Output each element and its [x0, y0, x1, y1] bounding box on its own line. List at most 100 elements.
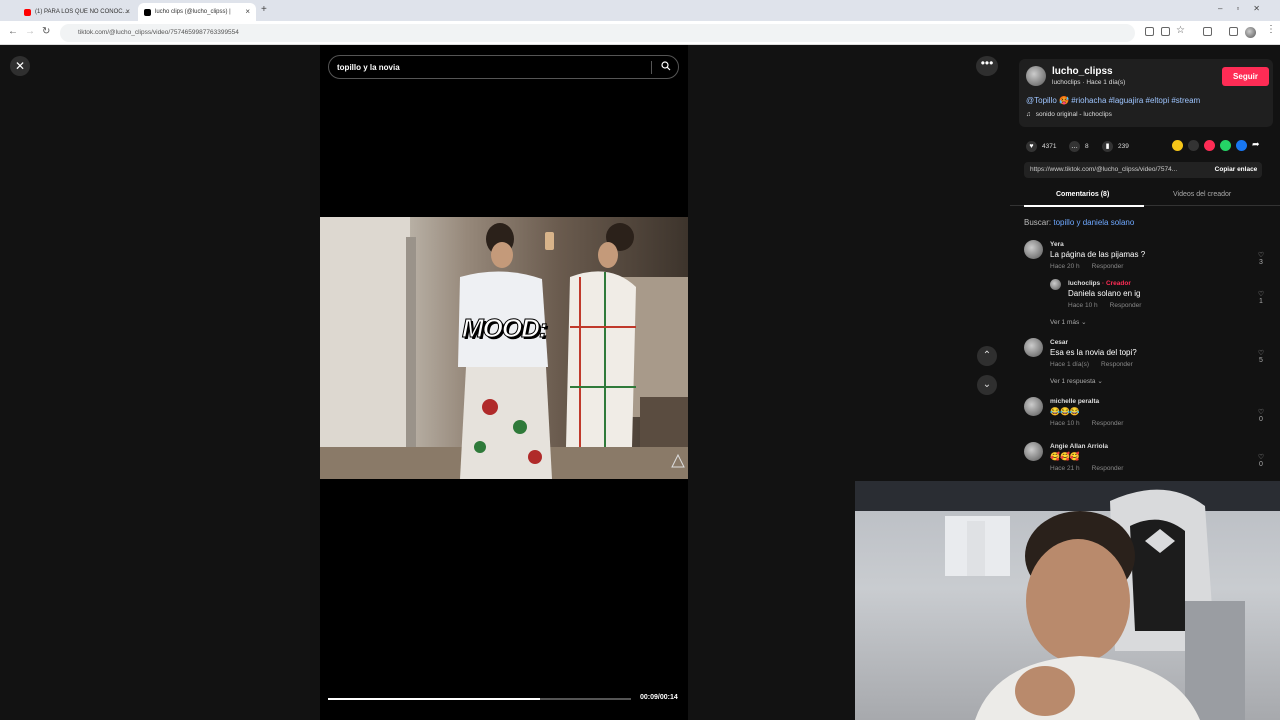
heart-outline-icon: ♡ — [1257, 350, 1265, 357]
translate-icon[interactable] — [1161, 27, 1170, 36]
view-replies[interactable]: Ver 1 respuesta ⌄ — [1050, 377, 1103, 385]
search-query[interactable]: topillo y daniela solano — [1053, 218, 1134, 227]
like-number: 5 — [1259, 357, 1263, 364]
comment-item: Angie Allan Arriola 🥰🥰🥰 Hace 21 h Respond… — [1050, 443, 1135, 472]
comment-likes[interactable]: ♡ 5 — [1255, 349, 1267, 364]
comment-stat[interactable]: … 8 — [1069, 141, 1089, 152]
tiktok-icon — [144, 8, 151, 16]
follow-button[interactable]: Seguir — [1222, 67, 1269, 86]
comment-text: 😂😂😂 — [1050, 407, 1080, 416]
commenter-avatar[interactable] — [1024, 397, 1043, 416]
search-value: topillo y la novia — [337, 63, 400, 72]
tab-comments[interactable]: Comentarios (8) — [1056, 191, 1109, 198]
comment-likes[interactable]: ♡ 3 — [1255, 251, 1267, 266]
comment-meta: Hace 21 h Responder — [1050, 465, 1135, 472]
menu-icon[interactable]: ⋮ — [1266, 24, 1276, 35]
tab-creator-videos[interactable]: Videos del creador — [1173, 191, 1231, 198]
close-viewer-button[interactable]: ✕ — [10, 56, 30, 76]
extensions-icon[interactable] — [1203, 27, 1212, 36]
comment-likes[interactable]: ♡ 1 — [1255, 290, 1267, 305]
comment-likes[interactable]: ♡ 0 — [1255, 453, 1267, 468]
like-number: 3 — [1259, 259, 1263, 266]
reply-button[interactable]: Responder — [1101, 361, 1133, 368]
post-card: lucho_clipss luchoclips · Hace 1 día(s) … — [1019, 59, 1273, 127]
comment-likes[interactable]: ♡ 0 — [1255, 408, 1267, 423]
reply-button[interactable]: Responder — [1092, 420, 1124, 427]
comment-item: michelle peralta 😂😂😂 Hace 10 h Responder — [1050, 398, 1135, 427]
heart-outline-icon: ♡ — [1257, 291, 1265, 298]
progress-fill — [328, 698, 541, 700]
close-tab-icon[interactable]: × — [125, 7, 130, 16]
tab-title: lucho clips (@lucho_clipss) | — [155, 9, 231, 15]
commenter-avatar[interactable] — [1024, 240, 1043, 259]
creator-badge: · Creador — [1101, 280, 1131, 287]
back-icon[interactable]: ← — [8, 26, 18, 37]
comment-meta: Hace 20 h Responder — [1050, 263, 1145, 270]
url-field[interactable]: tiktok.com/@lucho_clipss/video/757465998… — [60, 24, 1135, 42]
link-field[interactable]: https://www.tiktok.com/@lucho_clipss/vid… — [1024, 162, 1262, 178]
facebook-icon[interactable] — [1236, 140, 1247, 151]
next-video-button[interactable]: ⌄ — [977, 375, 997, 395]
forward-icon[interactable]: → — [25, 26, 35, 37]
commenter-avatar[interactable] — [1050, 279, 1061, 290]
progress-bar[interactable] — [328, 698, 631, 700]
video-player[interactable]: topillo y la novia MOOD: 00:09/00:14 — [320, 45, 688, 720]
video-scene — [320, 217, 688, 479]
search-suggestion[interactable]: Buscar: topillo y daniela solano — [1024, 218, 1134, 227]
copy-link-button[interactable]: Copiar enlace — [1210, 162, 1262, 178]
reload-icon[interactable]: ↻ — [42, 26, 50, 37]
whatsapp-icon[interactable] — [1220, 140, 1231, 151]
author-subline: luchoclips · Hace 1 día(s) — [1052, 79, 1126, 86]
webcam-scene — [855, 481, 1280, 720]
comment-time: Hace 1 día(s) — [1050, 361, 1090, 368]
bookmark-star-icon[interactable]: ☆ — [1176, 25, 1185, 36]
save-stat[interactable]: ▮ 239 — [1102, 141, 1129, 152]
active-tab-indicator — [1024, 205, 1144, 207]
sidepanel-icon[interactable] — [1229, 27, 1238, 36]
repost-icon[interactable] — [1172, 140, 1183, 151]
more-options-button[interactable]: ••• — [976, 56, 998, 76]
panel-tabs: Comentarios (8) Videos del creador — [1010, 187, 1280, 207]
tab-tiktok[interactable]: lucho clips (@lucho_clipss) | × — [138, 3, 256, 21]
close-tab-icon[interactable]: × — [245, 7, 250, 16]
comment-item: Yera La página de las pijamas ? Hace 20 … — [1050, 241, 1145, 270]
commenter-avatar[interactable] — [1024, 338, 1043, 357]
heart-outline-icon: ♡ — [1257, 454, 1265, 461]
reply-button[interactable]: Responder — [1092, 263, 1124, 270]
sound-link[interactable]: ♫ sonido original - luchoclips — [1026, 111, 1112, 118]
browser-tab-bar: (1) PARA LOS QUE NO CONOC… × lucho clips… — [0, 0, 1280, 21]
author-avatar[interactable] — [1026, 66, 1046, 86]
tab-youtube[interactable]: (1) PARA LOS QUE NO CONOC… × — [18, 3, 136, 21]
view-more-label: Ver 1 más — [1050, 319, 1080, 326]
install-icon[interactable] — [1145, 27, 1154, 36]
view-more-replies[interactable]: Ver 1 más ⌄ — [1050, 318, 1087, 326]
search-input[interactable]: topillo y la novia — [328, 55, 679, 79]
comment-author[interactable]: michelle peralta — [1050, 398, 1135, 405]
caption-hashtags[interactable]: #riohacha #laguajira #eltopi #stream — [1071, 96, 1200, 105]
embed-icon[interactable] — [1188, 140, 1199, 151]
comment-author[interactable]: Yera — [1050, 241, 1145, 248]
previous-video-button[interactable]: ⌃ — [977, 346, 997, 366]
like-number: 0 — [1259, 416, 1263, 423]
new-tab-button[interactable]: + — [261, 4, 267, 15]
profile-avatar[interactable] — [1245, 27, 1256, 38]
commenter-avatar[interactable] — [1024, 442, 1043, 461]
comment-text: Daniela solano en ig — [1068, 289, 1141, 298]
reply-button[interactable]: Responder — [1110, 302, 1142, 309]
comment-author[interactable]: luchoclips — [1068, 280, 1100, 287]
like-stat[interactable]: ♥ 4371 — [1026, 141, 1056, 152]
video-overlay-text: MOOD: — [462, 313, 549, 344]
comment-author[interactable]: Cesar — [1050, 339, 1145, 346]
search-icon[interactable] — [661, 61, 671, 71]
music-note-icon: ♫ — [1026, 111, 1031, 118]
comment-author[interactable]: Angie Allan Arriola — [1050, 443, 1135, 450]
comment-time: Hace 21 h — [1050, 465, 1080, 472]
window-controls[interactable]: –▫✕ — [1218, 4, 1274, 13]
share-arrow-icon[interactable]: ➦ — [1252, 139, 1260, 150]
send-icon[interactable] — [1204, 140, 1215, 151]
caption-mention[interactable]: @Topillo — [1026, 96, 1057, 105]
video-frame[interactable]: MOOD: — [320, 217, 688, 479]
link-text: https://www.tiktok.com/@lucho_clipss/vid… — [1030, 166, 1178, 173]
author-username[interactable]: lucho_clipss — [1052, 66, 1113, 77]
reply-button[interactable]: Responder — [1092, 465, 1124, 472]
